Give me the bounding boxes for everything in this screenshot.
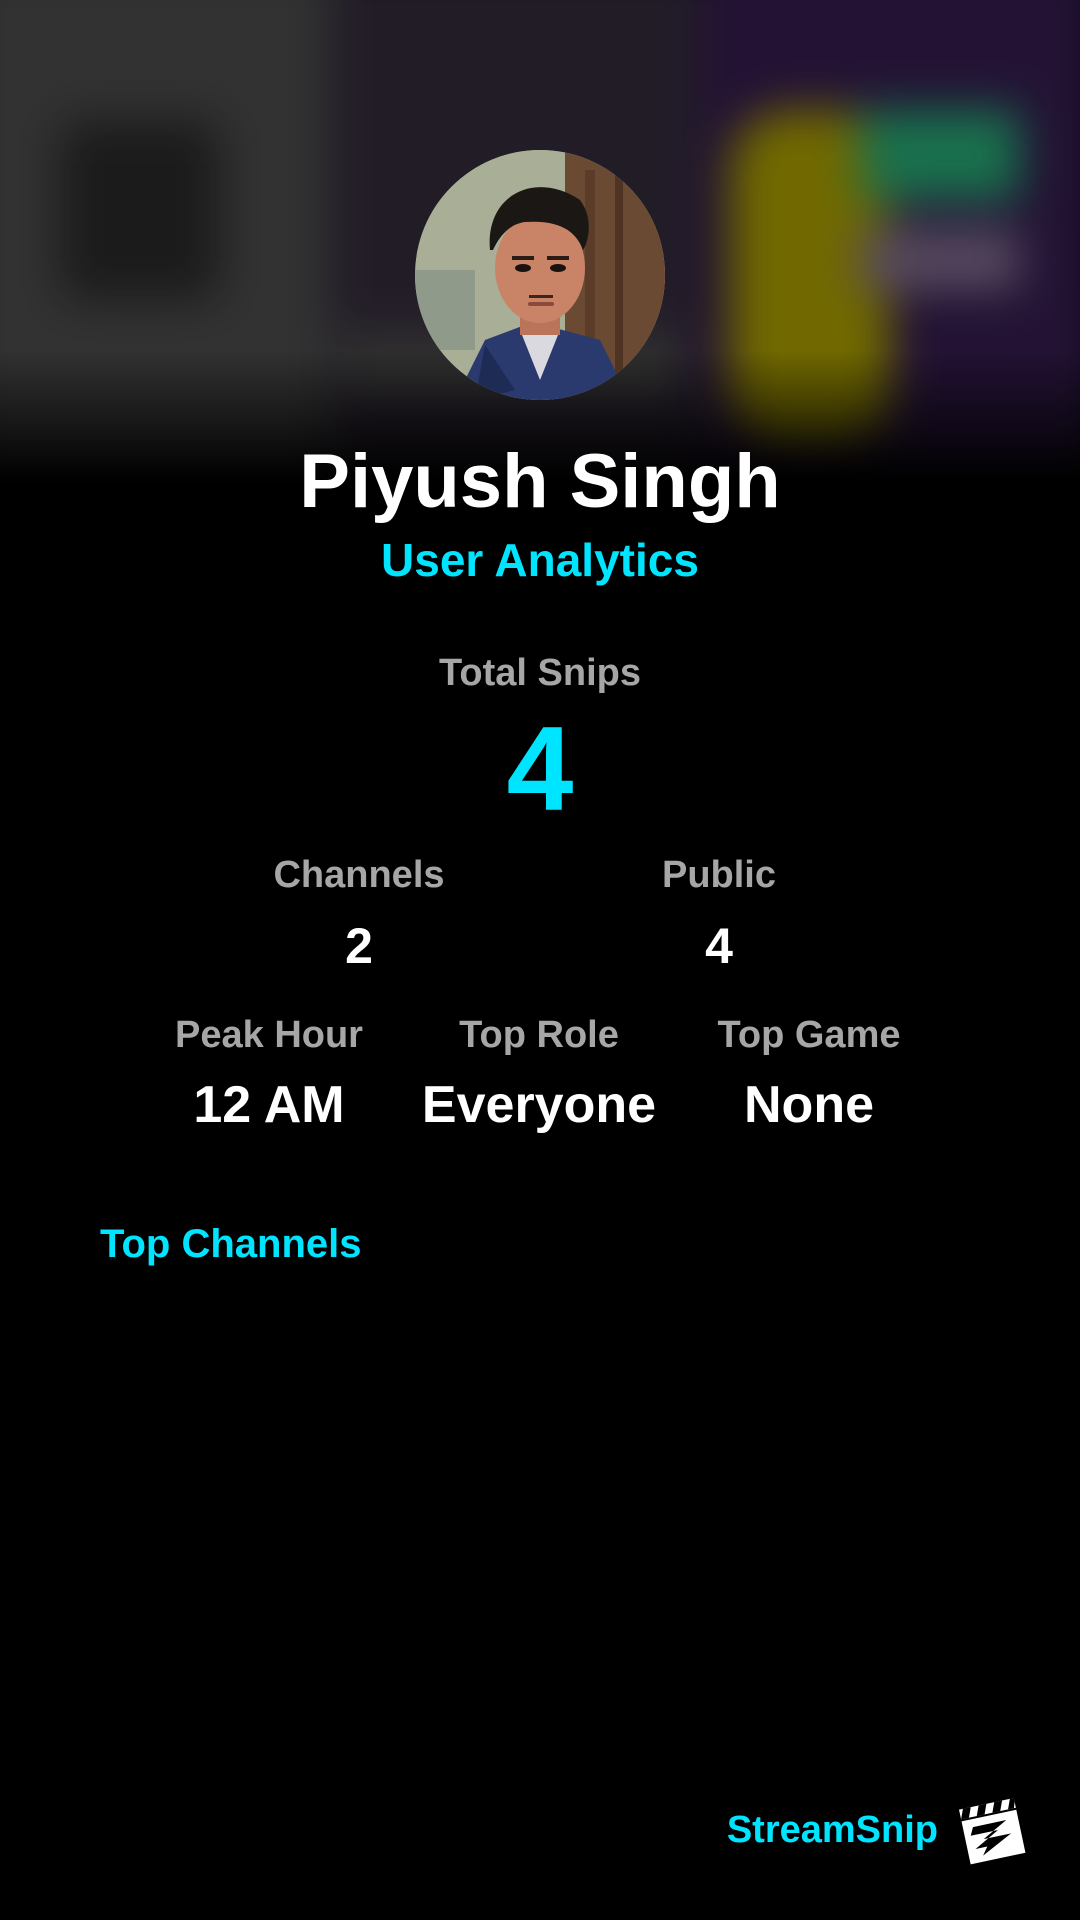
channels-value: 2	[345, 918, 373, 974]
stats-row-primary: Channels 2 Public 4	[0, 854, 1080, 974]
brand-name: StreamSnip	[726, 1808, 938, 1851]
page-subtitle: User Analytics	[381, 534, 699, 586]
public-label: Public	[661, 854, 777, 896]
clapperboard-icon	[959, 1797, 1026, 1865]
top-channels-heading: Top Channels	[100, 1222, 362, 1266]
top-role-label: Top Role	[459, 1014, 619, 1056]
public-stat: Public 4	[569, 854, 869, 975]
stats-row-secondary: Peak Hour 12 AM Top Role Everyone Top Ga…	[0, 1014, 1080, 1134]
avatar-photo	[415, 150, 665, 400]
total-snips-label: Total Snips	[439, 652, 641, 694]
brand-footer: StreamSnip	[727, 1790, 1030, 1870]
peak-hour-value: 12 AM	[193, 1076, 345, 1134]
top-role-stat: Top Role Everyone	[404, 1014, 674, 1135]
avatar	[415, 150, 665, 400]
channels-label: Channels	[273, 854, 445, 896]
user-name: Piyush Singh	[299, 439, 781, 524]
peak-hour-stat: Peak Hour 12 AM	[134, 1014, 404, 1135]
public-value: 4	[705, 918, 733, 974]
top-game-value: None	[744, 1076, 874, 1134]
total-snips-value: 4	[506, 702, 574, 836]
top-game-stat: Top Game None	[674, 1014, 944, 1135]
analytics-page: Piyush Singh User Analytics Total Snips …	[0, 0, 1080, 1920]
peak-hour-label: Peak Hour	[175, 1014, 363, 1056]
total-snips-stat: Total Snips 4	[0, 652, 1080, 829]
channels-stat: Channels 2	[209, 854, 509, 975]
top-game-label: Top Game	[717, 1014, 901, 1056]
top-role-value: Everyone	[421, 1076, 657, 1134]
